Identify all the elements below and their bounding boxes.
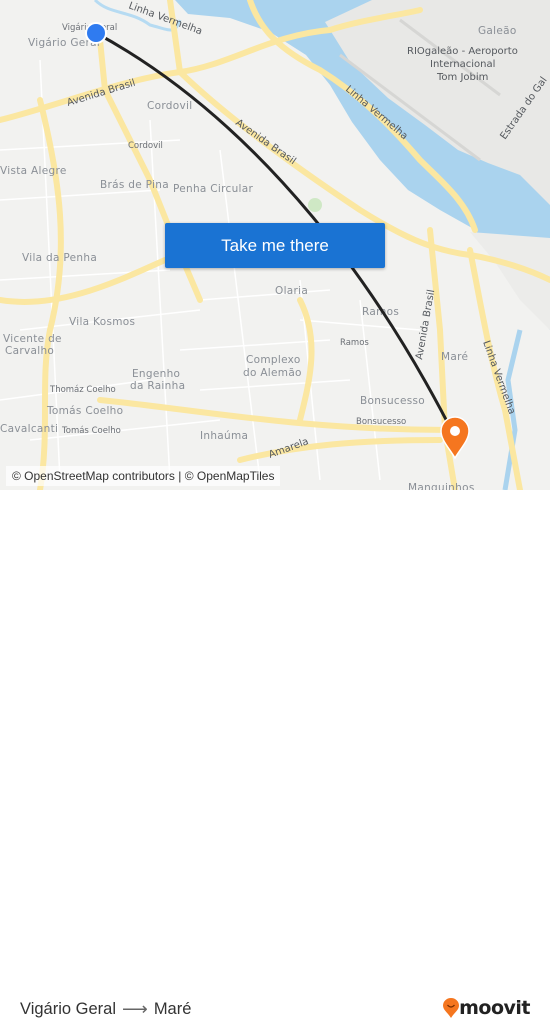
airport-label: Tom Jobim [436, 72, 488, 83]
map-label: Ramos [340, 338, 369, 348]
airport-label: RIOgaleão - Aeroporto [407, 46, 518, 57]
map-label: Vila Kosmos [69, 316, 135, 328]
map-label: do Alemão [243, 367, 302, 379]
origin-name: Vigário Geral [20, 1000, 116, 1018]
map[interactable]: Vigário Geral Vigário Geral Linha Vermel… [0, 0, 550, 490]
map-label: Penha Circular [173, 183, 254, 195]
map-label: Complexo [246, 354, 301, 366]
map-label: Inhaúma [200, 430, 248, 442]
map-label: Vicente de [3, 333, 62, 345]
map-label: Brás de Pina [100, 179, 169, 191]
brand-name: moovit [459, 997, 530, 1019]
take-me-there-button[interactable]: Take me there [165, 223, 385, 268]
map-label: Bonsucesso [356, 417, 406, 427]
map-label: Vista Alegre [0, 165, 67, 177]
map-label: Bonsucesso [360, 395, 425, 407]
road-label: Amarela [267, 436, 310, 461]
route-summary: Vigário Geral ⟶ Maré [20, 999, 191, 1020]
map-label: Vila da Penha [22, 252, 97, 264]
map-label: Engenho [132, 368, 180, 380]
arrow-right-icon: ⟶ [122, 999, 148, 1019]
map-label: Olaria [275, 285, 308, 297]
origin-marker[interactable] [85, 22, 107, 44]
airport-label: Internacional [430, 59, 495, 70]
map-label: da Rainha [130, 380, 185, 392]
destination-name: Maré [153, 1000, 192, 1018]
road-label: Avenida Brasil [414, 289, 437, 361]
map-label: Carvalho [5, 345, 54, 357]
map-label: Cavalcanti [0, 423, 58, 435]
map-label: Thomáz Coelho [49, 385, 116, 395]
park [308, 198, 322, 212]
destination-pin-icon[interactable] [440, 416, 470, 460]
map-label: Maré [441, 351, 468, 363]
moovit-logo: moovit [443, 997, 530, 1019]
map-label: Cordovil [128, 141, 163, 151]
road-label: Avenida Brasil [66, 78, 137, 109]
map-label: Galeão [478, 25, 517, 37]
road-label: Linha Vermelha [480, 339, 517, 416]
map-label: Tomás Coelho [46, 405, 123, 417]
map-label: Cordovil [147, 100, 192, 112]
map-label: Tomás Coelho [61, 426, 121, 436]
map-attribution[interactable]: © OpenStreetMap contributors | © OpenMap… [6, 466, 281, 486]
map-label: Manguinhos [408, 482, 475, 490]
moovit-pin-icon [443, 998, 460, 1018]
footer-bar: Vigário Geral ⟶ Maré moovit [0, 490, 550, 1019]
